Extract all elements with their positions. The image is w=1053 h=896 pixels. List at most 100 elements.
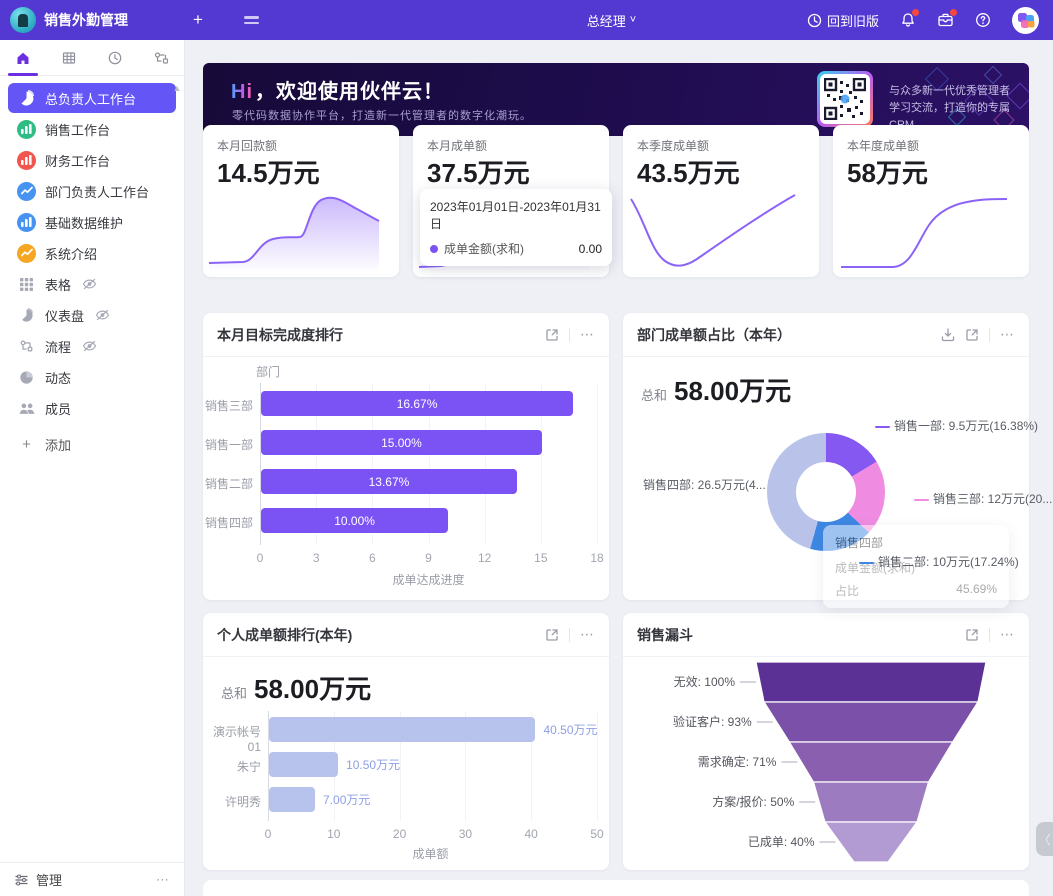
- donut-label-2: 销售三部: 12万元(20....: [910, 490, 1053, 507]
- stat-card-2[interactable]: 本月成单额37.5万元2023年01月01日-2023年01月31日成单金额(求…: [413, 125, 609, 277]
- role-selector-label[interactable]: 总经理: [417, 11, 626, 30]
- funnel-stage-1[interactable]: [756, 662, 986, 702]
- sidebar-item-11[interactable]: 成员: [8, 393, 176, 423]
- total-label: 总和: [641, 388, 667, 403]
- gridline: [597, 383, 598, 545]
- funnel-stage-4[interactable]: [814, 782, 929, 822]
- more-icon[interactable]: ⋯: [1000, 626, 1015, 643]
- bar-category-label: 演示帐号01: [203, 723, 261, 754]
- card-department-share-donut: 部门成单额占比（本年）⋯总和58.00万元销售四部成单金额(求和)占比45.69…: [623, 313, 1029, 600]
- menu-toggle-button[interactable]: [244, 16, 259, 24]
- more-icon[interactable]: ⋯: [580, 326, 595, 343]
- x-tick-label: 10: [327, 827, 340, 841]
- sidebar-item-label: 总负责人工作台: [45, 89, 136, 108]
- bar[interactable]: 10.50万元: [269, 752, 338, 777]
- help-button[interactable]: [975, 12, 991, 28]
- top-bar: 销售外勤管理 + 总经理 ˅ 回到旧版: [0, 0, 1053, 40]
- sidebar-item-4[interactable]: 部门负责人工作台: [8, 176, 176, 206]
- leader-line: [770, 485, 785, 487]
- card-actions: ⋯: [545, 326, 595, 343]
- more-icon[interactable]: ⋯: [1000, 326, 1015, 343]
- bar[interactable]: 15.00%: [261, 430, 542, 455]
- sparkline-chart: [623, 181, 819, 277]
- manage-more-icon[interactable]: ⋯: [156, 872, 170, 888]
- sidebar-item-8[interactable]: 仪表盘: [8, 300, 176, 330]
- x-axis-name: 成单达成进度: [393, 571, 465, 588]
- stat-label: 本月回款额: [217, 137, 277, 154]
- funnel-stage-label: 已成单: 40%: [748, 835, 815, 849]
- tooltip-date-range: 2023年01月01日-2023年01月31日: [430, 198, 602, 232]
- sidebar: ▲ 总负责人工作台销售工作台财务工作台部门负责人工作台基础数据维护系统介绍表格仪…: [0, 40, 185, 896]
- sidebar-item-9[interactable]: 流程: [8, 331, 176, 361]
- bar[interactable]: 16.67%: [261, 391, 573, 416]
- eye-off-icon: [82, 340, 97, 352]
- message-badge: [950, 9, 957, 16]
- card-title: 销售漏斗: [637, 625, 693, 645]
- sidebar-item-6[interactable]: 系统介绍: [8, 238, 176, 268]
- add-app-button[interactable]: +: [186, 8, 210, 32]
- expand-icon[interactable]: [545, 628, 559, 642]
- sidebar-item-label: 仪表盘: [45, 306, 84, 325]
- bar-category-label: 销售三部: [203, 397, 253, 414]
- stat-card-1[interactable]: 本月回款额14.5万元: [203, 125, 399, 277]
- tab-workflow[interactable]: [138, 40, 184, 75]
- bar-category-label: 销售四部: [203, 514, 253, 531]
- app-logo[interactable]: [10, 7, 36, 33]
- expand-icon[interactable]: [965, 328, 979, 342]
- card-monthly-target-ranking: 本月目标完成度排行⋯0369121518部门成单达成进度销售三部16.67%销售…: [203, 313, 609, 600]
- funnel-stage-3[interactable]: [789, 742, 952, 782]
- back-to-old-version-button[interactable]: 回到旧版: [807, 11, 879, 30]
- stat-card-3[interactable]: 本季度成单额43.5万元: [623, 125, 819, 277]
- flow-icon: [17, 337, 36, 356]
- notifications-button[interactable]: [900, 12, 916, 28]
- stat-card-4[interactable]: 本年度成单额58万元: [833, 125, 1029, 277]
- slice-label-text: 销售三部: 12万元(20....: [933, 492, 1053, 506]
- series-dot: [430, 245, 438, 253]
- manage-button[interactable]: 管理 ⋯: [0, 862, 184, 896]
- x-tick-label: 40: [525, 827, 538, 841]
- bar[interactable]: 7.00万元: [269, 787, 315, 812]
- tab-recent[interactable]: [92, 40, 138, 75]
- download-icon[interactable]: [941, 328, 955, 342]
- sidebar-menu: 总负责人工作台销售工作台财务工作台部门负责人工作台基础数据维护系统介绍表格仪表盘…: [0, 76, 184, 459]
- expand-icon[interactable]: [965, 628, 979, 642]
- bar[interactable]: 40.50万元: [269, 717, 535, 742]
- sidebar-item-10[interactable]: 动态: [8, 362, 176, 392]
- messages-button[interactable]: [937, 12, 954, 28]
- sidebar-item-5[interactable]: 基础数据维护: [8, 207, 176, 237]
- stat-label: 本年度成单额: [847, 137, 919, 154]
- divider: [989, 328, 990, 342]
- next-card-partial: [203, 880, 1029, 896]
- funnel-stage-5[interactable]: [825, 822, 917, 862]
- bar[interactable]: 10.00%: [261, 508, 448, 533]
- history-icon: [807, 13, 822, 28]
- slice-label-text: 销售四部: 26.5万元(4...: [643, 478, 766, 492]
- sidebar-add-button[interactable]: +添加: [8, 429, 176, 459]
- user-avatar[interactable]: [1012, 7, 1039, 34]
- total-value: 58.00万元: [254, 674, 371, 704]
- collapse-panel-button[interactable]: 〈: [1036, 822, 1053, 856]
- tooltip-row2-label: 占比: [835, 582, 859, 599]
- notification-badge: [912, 9, 919, 16]
- tab-home[interactable]: [0, 40, 46, 75]
- x-tick-label: 18: [590, 551, 603, 565]
- sidebar-scrollbar[interactable]: ▲: [172, 82, 182, 94]
- bar-category-label: 朱宁: [203, 758, 261, 775]
- more-icon[interactable]: ⋯: [580, 626, 595, 643]
- gauge-icon: [17, 306, 36, 325]
- sidebar-item-3[interactable]: 财务工作台: [8, 145, 176, 175]
- sidebar-item-label: 财务工作台: [45, 151, 110, 170]
- expand-icon[interactable]: [545, 328, 559, 342]
- sidebar-item-label: 部门负责人工作台: [45, 182, 149, 201]
- sidebar-item-2[interactable]: 销售工作台: [8, 114, 176, 144]
- sidebar-item-7[interactable]: 表格: [8, 269, 176, 299]
- bar[interactable]: 13.67%: [261, 469, 517, 494]
- tab-tables[interactable]: [46, 40, 92, 75]
- leader-line: [875, 426, 890, 428]
- bar-category-label: 许明秀: [203, 793, 261, 810]
- members-icon: [17, 399, 36, 418]
- x-tick-label: 3: [313, 551, 320, 565]
- sidebar-item-1[interactable]: 总负责人工作台: [8, 83, 176, 113]
- funnel-stage-2[interactable]: [764, 702, 978, 742]
- divider: [569, 328, 570, 342]
